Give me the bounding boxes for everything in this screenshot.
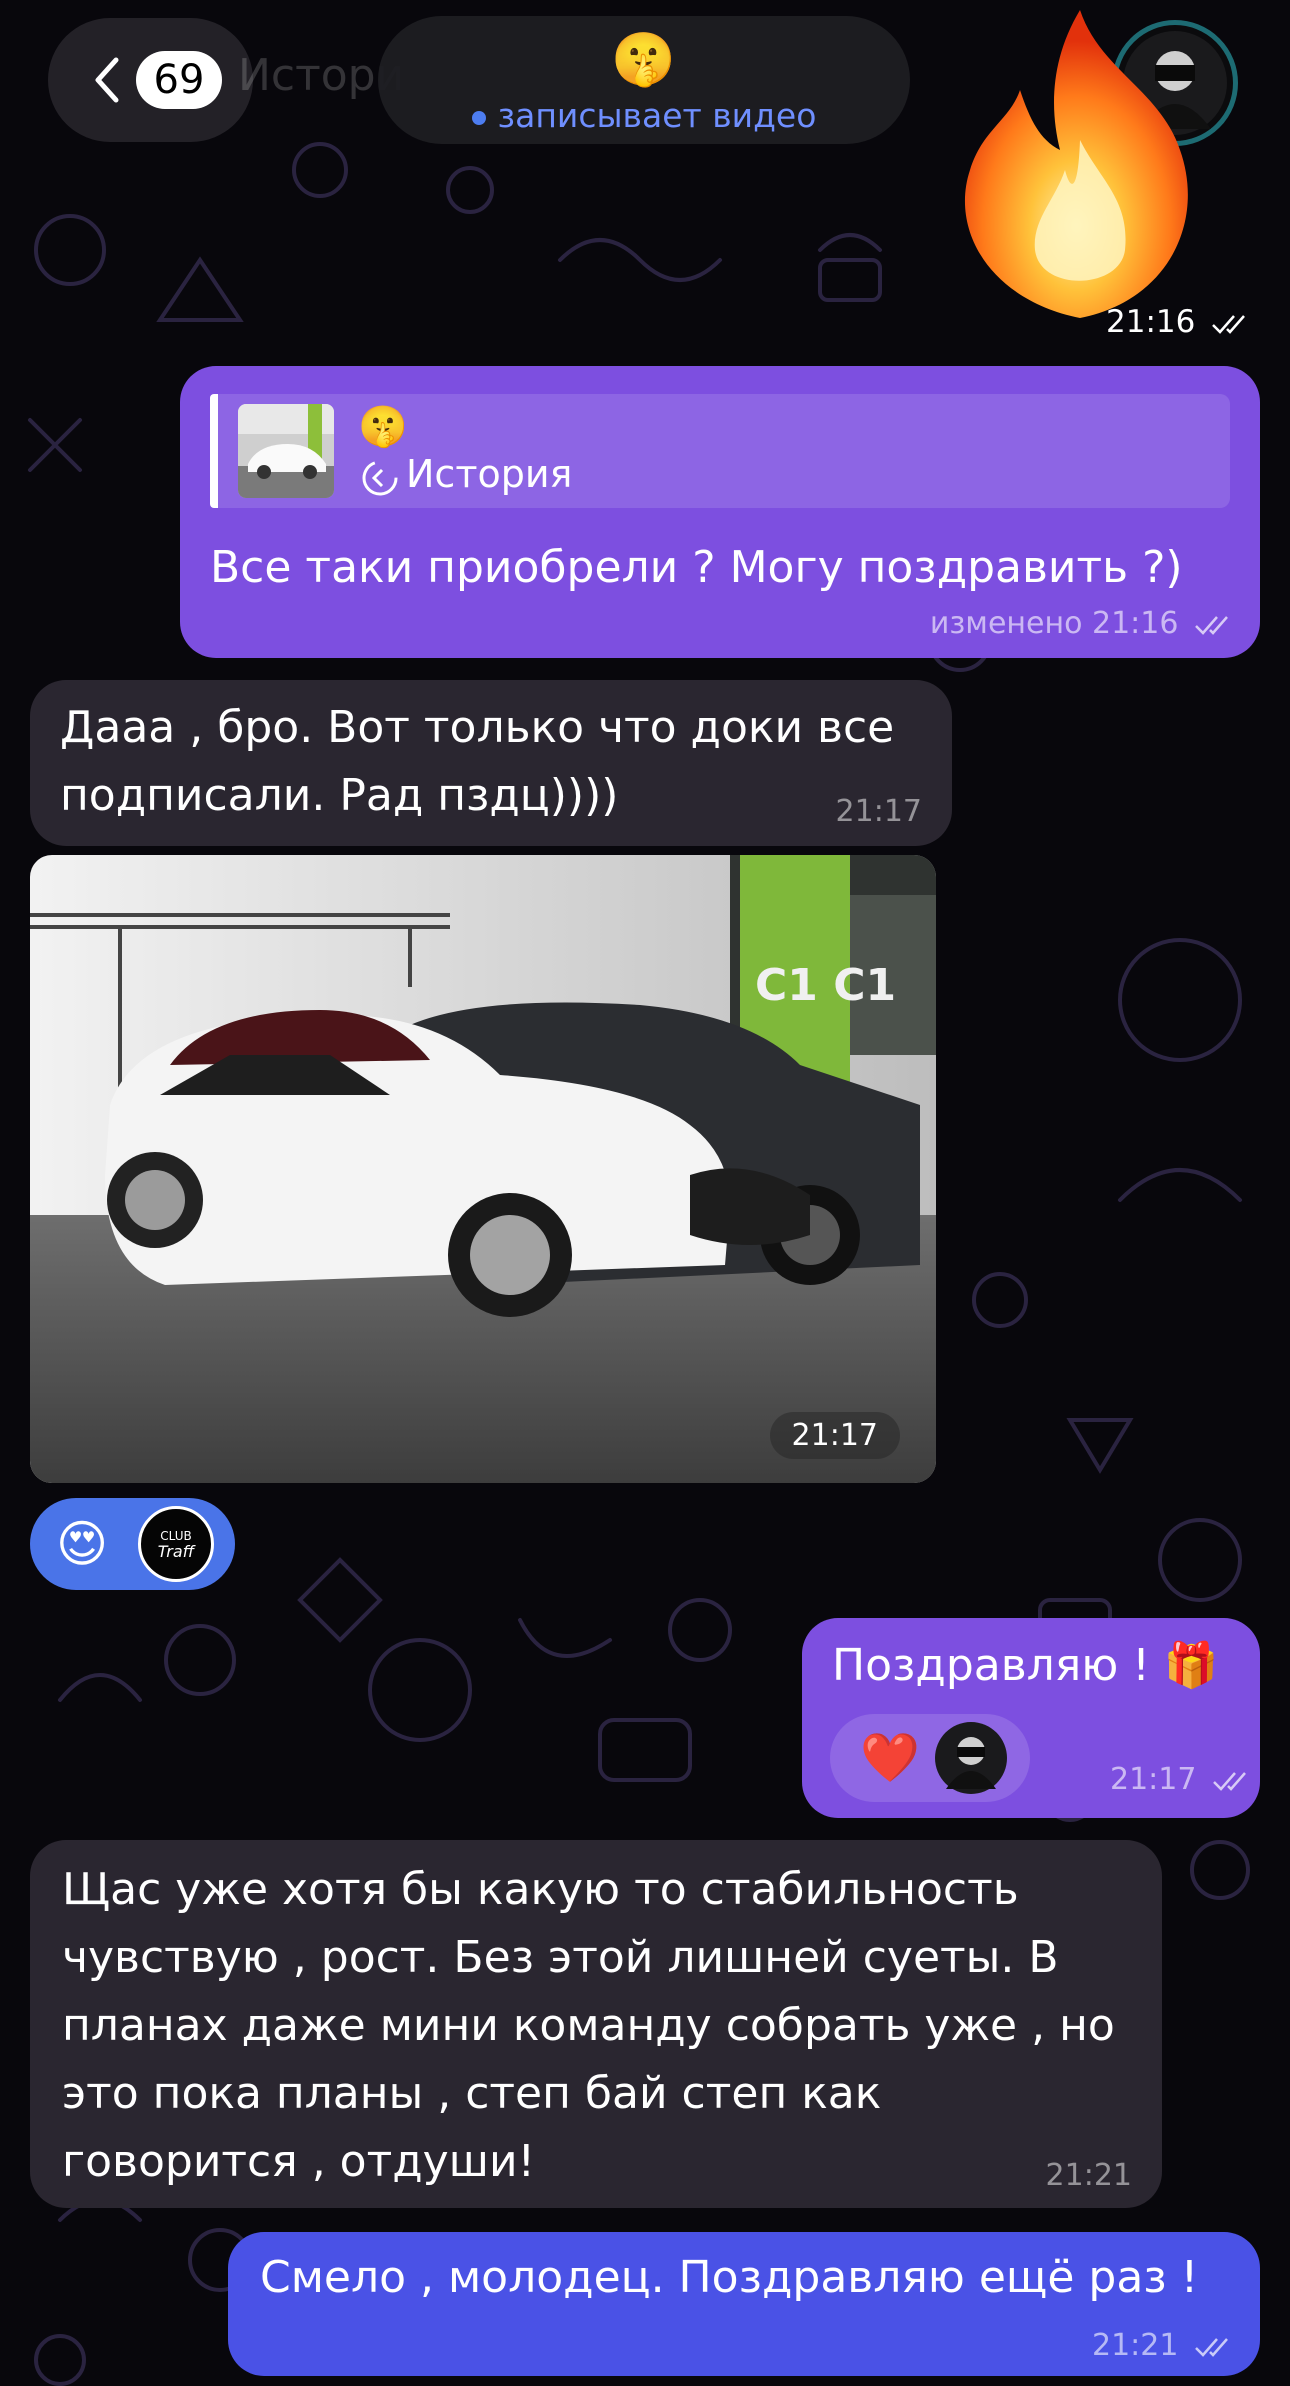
read-checks-icon (1195, 2337, 1228, 2357)
read-checks-icon (1212, 314, 1246, 334)
message-reaction[interactable]: ❤️ (830, 1714, 1030, 1802)
message-line: Щас уже хотя бы какую то стабильность (62, 1864, 1019, 1915)
reply-emoji: 🤫 (358, 404, 408, 450)
fire-sticker[interactable] (930, 0, 1220, 335)
message-line: подписали. Рад пздц)))) (60, 770, 619, 821)
recording-dot-icon (471, 110, 486, 125)
reaction-emoji: 😍 (56, 1515, 109, 1573)
badge-line-traff: Traff (157, 1542, 195, 1561)
chat-emoji: 🤫 (611, 30, 676, 90)
back-button[interactable]: 69 (48, 18, 253, 142)
typing-status: записывает видео (378, 96, 910, 135)
photo-time: 21:17 (769, 1412, 900, 1459)
badge-line-club: CLUB (160, 1529, 192, 1543)
chat-title-pill[interactable]: 🤫 записывает видео (378, 16, 910, 144)
read-checks-icon (1213, 1771, 1246, 1791)
message-meta: 21:21 (1092, 2328, 1236, 2363)
message-line: это пока планы , степ бай степ как (62, 2068, 882, 2119)
chevron-left-icon (95, 57, 119, 103)
read-checks-icon (1195, 615, 1228, 635)
photo-message[interactable]: C1 C1 21:17 (30, 855, 936, 1483)
message-meta: изменено 21:16 (930, 606, 1236, 641)
incoming-message[interactable]: Дааа , бро. Вот только что доки все подп… (30, 680, 952, 846)
reply-bar (210, 394, 218, 508)
message-text: Все таки приобрели ? Могу поздравить ?) (210, 542, 1183, 593)
message-line: планах даже мини команду собрать уже , н… (62, 2000, 1115, 2051)
story-reply-preview[interactable]: 🤫 История (210, 394, 1230, 508)
story-thumbnail (238, 404, 334, 498)
story-reply-icon (362, 460, 398, 496)
reactor-avatar (935, 1722, 1007, 1794)
status-text: записывает видео (497, 96, 817, 135)
reply-label: История (406, 452, 573, 496)
outgoing-message-reply[interactable]: 🤫 История Все таки приобрели ? Могу позд… (180, 366, 1260, 658)
reaction-pill[interactable]: 😍 CLUB Traff (30, 1498, 235, 1590)
message-time: 21:17 (835, 794, 922, 829)
outgoing-message[interactable]: Смело , молодец. Поздравляю ещё раз ! 21… (228, 2232, 1260, 2376)
message-line: говорится , отдуши! (62, 2136, 536, 2187)
edited-label: изменено (929, 606, 1083, 641)
message-time: 21:21 (1091, 2328, 1179, 2363)
congrats-time: 21:17 (1110, 1762, 1254, 1797)
message-time: 21:16 (1091, 606, 1179, 641)
message-text: Поздравляю ! 🎁 (832, 1640, 1219, 1691)
message-time: 21:21 (1045, 2158, 1132, 2193)
incoming-message[interactable]: Щас уже хотя бы какую то стабильность чу… (30, 1840, 1162, 2208)
heart-reaction: ❤️ (860, 1730, 920, 1786)
message-line: чувствую , рост. Без этой лишней суеты. … (62, 1932, 1059, 1983)
message-line: Дааа , бро. Вот только что доки все (60, 702, 895, 753)
club-traff-badge: CLUB Traff (138, 1506, 214, 1582)
fire-message-time: 21:16 (1106, 304, 1253, 340)
car-photo: C1 C1 (30, 855, 936, 1483)
unread-count-badge: 69 (136, 51, 222, 109)
message-text: Смело , молодец. Поздравляю ещё раз ! (260, 2252, 1199, 2303)
pillar-label: C1 C1 (755, 960, 896, 1011)
